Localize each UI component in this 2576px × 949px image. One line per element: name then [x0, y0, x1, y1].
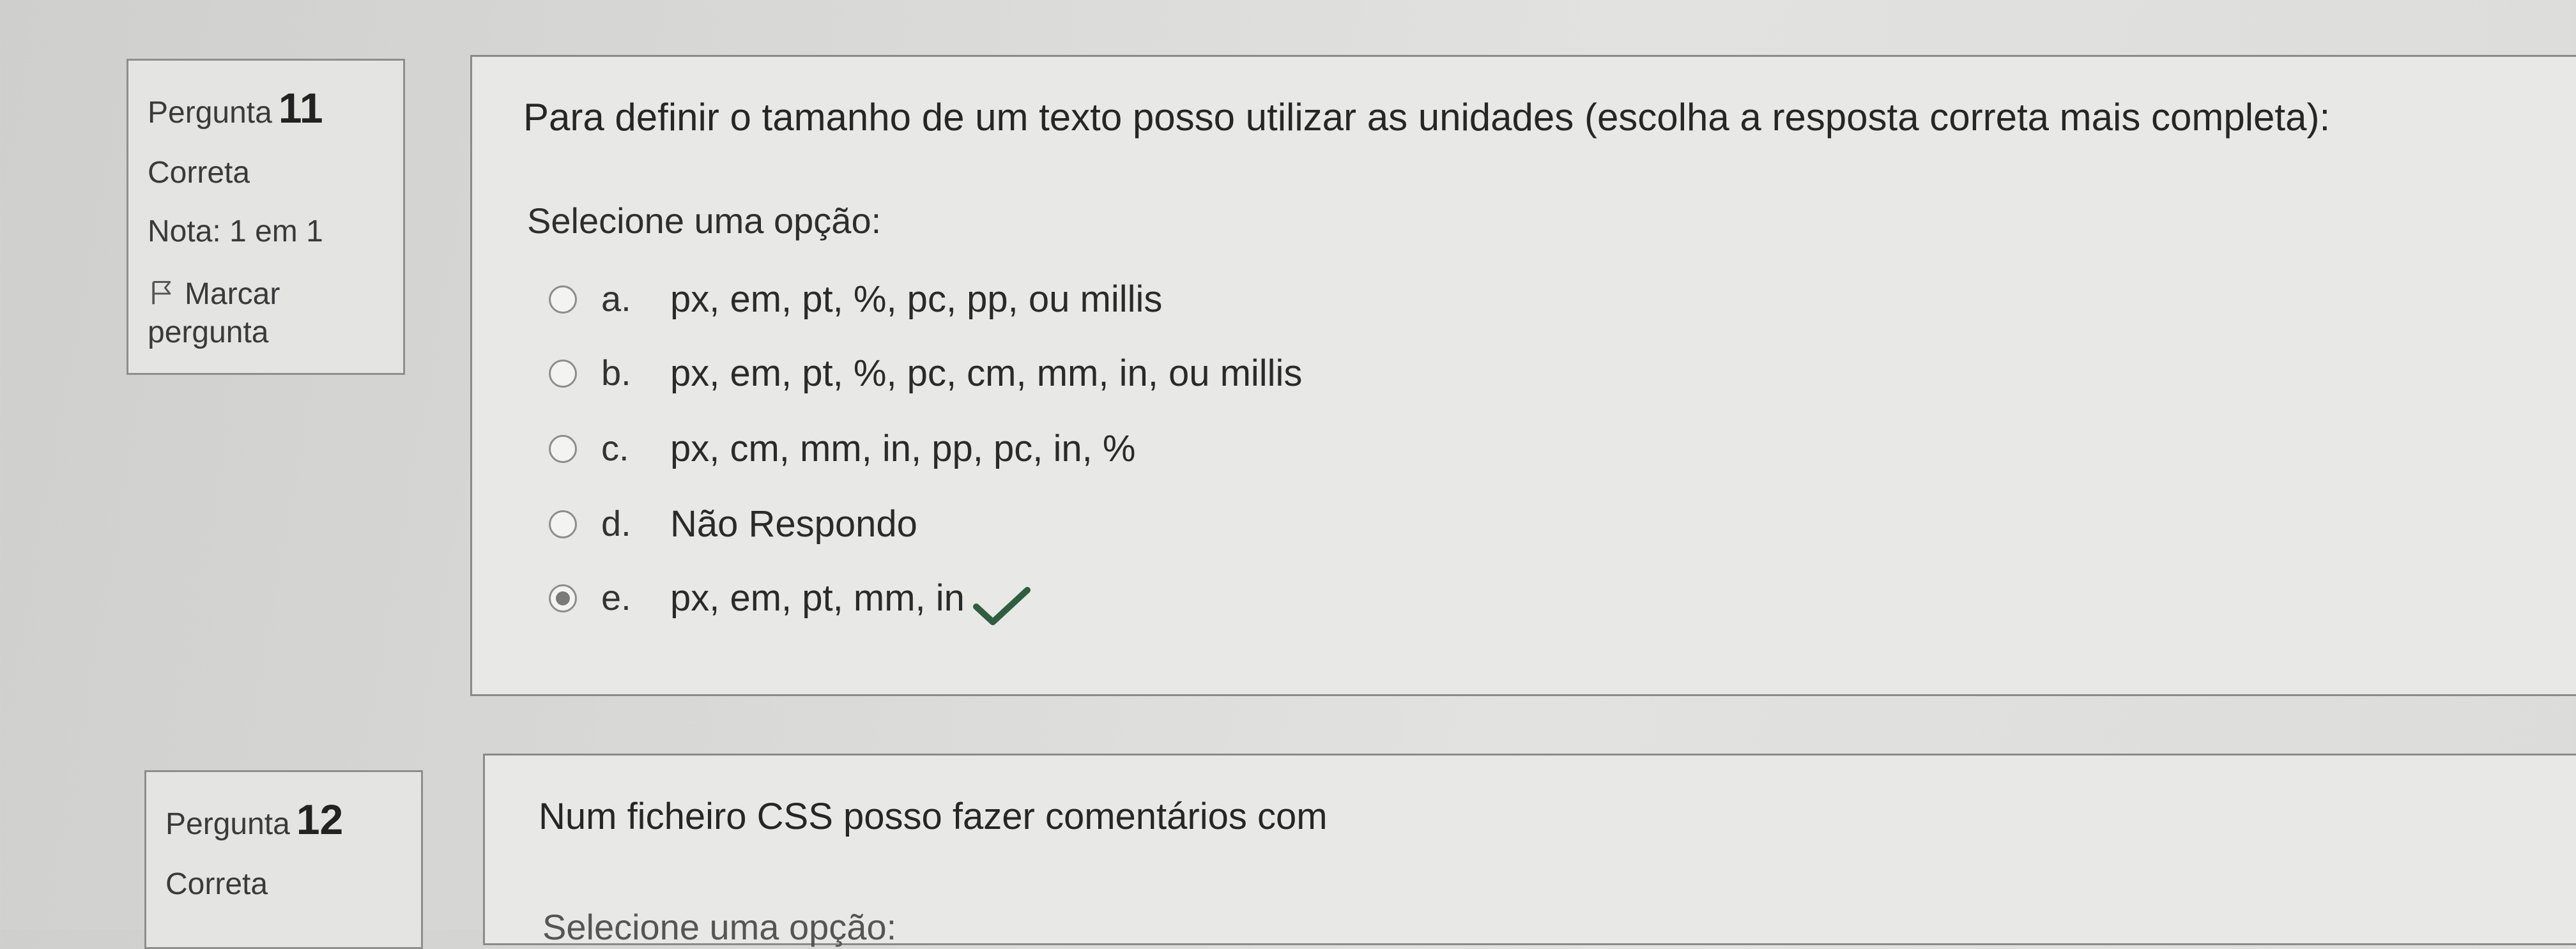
radio-button[interactable]	[549, 435, 577, 463]
option-text: Não Respondo	[670, 503, 917, 545]
checkmark-icon	[972, 587, 1031, 625]
option-letter: c.	[601, 428, 629, 468]
question-label: Pergunta	[148, 96, 272, 130]
option-text: px, cm, mm, in, pp, pc, in, %	[670, 428, 1136, 469]
question-label: Pergunta	[165, 807, 290, 841]
question-text: Para definir o tamanho de um texto posso…	[523, 96, 2331, 139]
radio-button[interactable]	[549, 510, 577, 538]
answer-prompt: Selecione uma opção:	[542, 907, 897, 947]
question-status: Correta	[148, 156, 250, 190]
radio-button-selected[interactable]	[549, 584, 577, 612]
option-letter: d.	[601, 503, 631, 543]
option-letter: a.	[601, 278, 631, 319]
question-title: Pergunta 11	[148, 84, 323, 132]
question-content-11: Para definir o tamanho de um texto posso…	[470, 55, 2576, 696]
option-text: px, em, pt, mm, in	[670, 577, 965, 619]
question-content-12: Num ficheiro CSS posso fazer comentários…	[483, 754, 2576, 947]
question-grade: Nota: 1 em 1	[148, 215, 323, 248]
flag-question-link[interactable]: Marcar pergunta	[148, 275, 390, 352]
answer-prompt: Selecione uma opção:	[527, 201, 882, 241]
question-number: 11	[278, 84, 323, 132]
question-title: Pergunta 12	[165, 795, 343, 844]
question-text: Num ficheiro CSS posso fazer comentários…	[539, 796, 1328, 837]
radio-button[interactable]	[549, 360, 577, 388]
option-text-row: px, em, pt, mm, in	[670, 577, 1031, 627]
option-letter: e.	[601, 577, 631, 618]
question-number: 12	[296, 796, 344, 843]
option-text: px, em, pt, %, pc, cm, mm, in, ou millis	[670, 353, 1303, 394]
flag-icon	[152, 281, 171, 305]
question-info-12: Pergunta 12 Correta	[144, 770, 423, 949]
radio-button[interactable]	[549, 285, 577, 314]
option-text: px, em, pt, %, pc, pp, ou millis	[670, 278, 1163, 320]
question-status: Correta	[165, 867, 268, 901]
option-letter: b.	[601, 353, 631, 393]
question-info-11: Pergunta 11 Correta Nota: 1 em 1 Marcar p…	[126, 59, 405, 375]
